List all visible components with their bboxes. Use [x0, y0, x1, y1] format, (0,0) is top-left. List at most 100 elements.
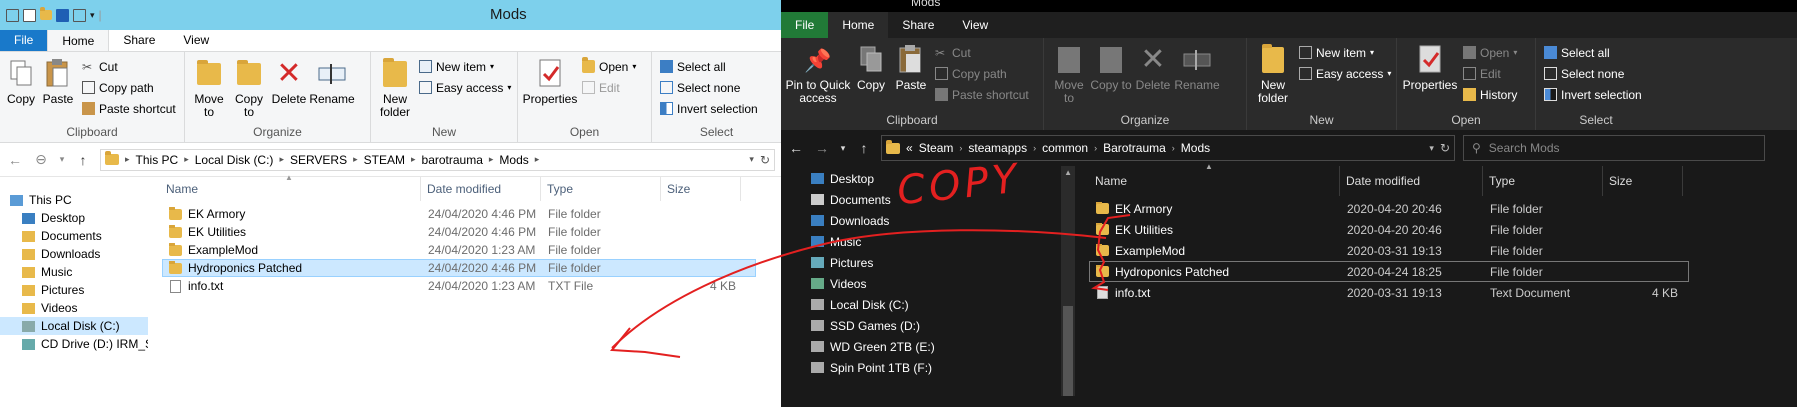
- table-row[interactable]: EK Armory 2020-04-20 20:46 File folder: [1089, 198, 1689, 219]
- column-date[interactable]: Date modified: [421, 177, 541, 201]
- copy-button[interactable]: Copy: [851, 44, 891, 92]
- open-button[interactable]: Open ▾: [1463, 44, 1517, 61]
- refresh-icon[interactable]: ↻: [1440, 141, 1450, 155]
- properties-button[interactable]: Properties: [1401, 44, 1459, 92]
- paste-button[interactable]: Paste: [891, 44, 931, 92]
- nav-item-downloads[interactable]: Downloads: [781, 210, 1075, 231]
- breadcrumb-steam[interactable]: Steam: [919, 141, 954, 155]
- qat-dropdown-icon[interactable]: ▾: [90, 10, 95, 21]
- rename-button[interactable]: Rename: [309, 58, 355, 106]
- window-icon[interactable]: [73, 8, 86, 22]
- up-button[interactable]: ↑: [855, 140, 873, 156]
- select-all-button[interactable]: Select all: [1544, 44, 1642, 61]
- nav-item-downloads[interactable]: Downloads: [0, 245, 148, 263]
- new-folder-button[interactable]: New folder: [375, 58, 415, 119]
- tab-view[interactable]: View: [948, 12, 1002, 38]
- edit-button[interactable]: Edit: [582, 79, 636, 96]
- column-size[interactable]: Size: [661, 177, 741, 201]
- nav-item-pictures[interactable]: Pictures: [0, 281, 148, 299]
- easy-access-button[interactable]: Easy access ▾: [1299, 65, 1391, 82]
- pin-quick-access-button[interactable]: 📌 Pin to Quick access: [785, 44, 851, 105]
- breadcrumb-steamapps[interactable]: steamapps: [968, 141, 1027, 155]
- paste-shortcut-button[interactable]: Paste shortcut: [935, 86, 1029, 103]
- breadcrumb-common[interactable]: common: [1042, 141, 1088, 155]
- move-to-button[interactable]: Move to: [189, 58, 229, 119]
- tab-view[interactable]: View: [169, 29, 223, 51]
- move-to-button[interactable]: Move to: [1048, 44, 1090, 105]
- table-row[interactable]: EK Utilities 24/04/2020 4:46 PM File fol…: [162, 223, 756, 241]
- search-box[interactable]: ⚲ Search Mods: [1463, 135, 1765, 161]
- select-all-button[interactable]: Select all: [660, 58, 758, 75]
- paste-button[interactable]: Paste: [38, 58, 78, 106]
- easy-access-button[interactable]: Easy access ▾: [419, 79, 511, 96]
- table-row[interactable]: ExampleMod 2020-03-31 19:13 File folder: [1089, 240, 1689, 261]
- breadcrumb-this-pc[interactable]: This PC: [136, 153, 179, 167]
- column-size[interactable]: Size: [1603, 166, 1683, 196]
- forward-button[interactable]: ⊖: [32, 151, 50, 168]
- invert-selection-button[interactable]: Invert selection: [660, 100, 758, 117]
- nav-item-local-disk[interactable]: Local Disk (C:): [781, 294, 1075, 315]
- tab-share[interactable]: Share: [888, 12, 948, 38]
- nav-item-videos[interactable]: Videos: [0, 299, 148, 317]
- new-document-icon[interactable]: [23, 8, 36, 22]
- copy-to-button[interactable]: Copy to: [229, 58, 269, 119]
- tab-share[interactable]: Share: [109, 29, 169, 51]
- breadcrumb-steam[interactable]: STEAM: [364, 153, 405, 167]
- breadcrumb-servers[interactable]: SERVERS: [290, 153, 347, 167]
- breadcrumb-mods[interactable]: Mods: [1181, 141, 1210, 155]
- table-row[interactable]: Hydroponics Patched 2020-04-24 18:25 Fil…: [1089, 261, 1689, 282]
- column-date[interactable]: Date modified: [1340, 166, 1483, 196]
- select-none-button[interactable]: Select none: [1544, 65, 1642, 82]
- select-none-button[interactable]: Select none: [660, 79, 758, 96]
- table-row[interactable]: info.txt 24/04/2020 1:23 AM TXT File 4 K…: [162, 277, 756, 295]
- cut-button[interactable]: ✂ Cut: [82, 58, 176, 75]
- new-item-button[interactable]: New item ▾: [419, 58, 511, 75]
- table-row[interactable]: Hydroponics Patched 24/04/2020 4:46 PM F…: [162, 259, 756, 277]
- recent-dropdown-icon[interactable]: ▾: [839, 143, 847, 154]
- chevron-down-icon[interactable]: ▾: [1429, 143, 1434, 154]
- history-button[interactable]: History: [1463, 86, 1517, 103]
- column-type[interactable]: Type: [1483, 166, 1603, 196]
- edit-button[interactable]: Edit: [1463, 65, 1517, 82]
- table-row[interactable]: EK Utilities 2020-04-20 20:46 File folde…: [1089, 219, 1689, 240]
- invert-selection-button[interactable]: Invert selection: [1544, 86, 1642, 103]
- breadcrumb-barotrauma[interactable]: barotrauma: [422, 153, 483, 167]
- scroll-up-icon[interactable]: ▲: [1064, 168, 1072, 177]
- refresh-icon[interactable]: ↻: [760, 153, 770, 167]
- nav-item-ssd-games[interactable]: SSD Games (D:): [781, 315, 1075, 336]
- nav-item-music[interactable]: Music: [0, 263, 148, 281]
- up-button[interactable]: ↑: [74, 152, 92, 168]
- table-row[interactable]: info.txt 2020-03-31 19:13 Text Document …: [1089, 282, 1689, 303]
- new-folder-button[interactable]: New folder: [1251, 44, 1295, 105]
- tab-file[interactable]: File: [0, 29, 48, 51]
- nav-item-desktop[interactable]: Desktop: [0, 209, 148, 227]
- tab-home[interactable]: Home: [828, 12, 889, 38]
- copy-to-button[interactable]: Copy to: [1090, 44, 1132, 92]
- tab-home[interactable]: Home: [47, 29, 110, 51]
- breadcrumb-overflow[interactable]: «: [906, 141, 913, 155]
- nav-item-documents[interactable]: Documents: [0, 227, 148, 245]
- table-row[interactable]: ExampleMod 24/04/2020 1:23 AM File folde…: [162, 241, 756, 259]
- address-bar[interactable]: ▸ This PC ▸ Local Disk (C:) ▸ SERVERS ▸ STEA…: [100, 148, 775, 171]
- nav-item-local-disk[interactable]: Local Disk (C:): [0, 317, 148, 335]
- recent-dropdown-icon[interactable]: ▾: [58, 154, 66, 165]
- chevron-down-icon[interactable]: ▾: [749, 154, 754, 165]
- back-button[interactable]: ←: [787, 140, 805, 156]
- nav-scrollbar-thumb[interactable]: [1063, 306, 1073, 396]
- nav-item-wd-green[interactable]: WD Green 2TB (E:): [781, 336, 1075, 357]
- powershell-icon[interactable]: [56, 8, 69, 22]
- address-bar[interactable]: « Steam › steamapps › common › Barotrauma ›…: [881, 135, 1455, 161]
- table-row[interactable]: EK Armory 24/04/2020 4:46 PM File folder: [162, 205, 756, 223]
- back-button[interactable]: ←: [6, 152, 24, 168]
- forward-button[interactable]: →: [813, 140, 831, 156]
- open-button[interactable]: Open ▾: [582, 57, 636, 75]
- rename-button[interactable]: Rename: [1174, 44, 1220, 92]
- nav-item-music[interactable]: Music: [781, 231, 1075, 252]
- nav-item-spin-point[interactable]: Spin Point 1TB (F:): [781, 357, 1075, 378]
- cut-button[interactable]: ✂ Cut: [935, 44, 1029, 61]
- breadcrumb-local-disk[interactable]: Local Disk (C:): [195, 153, 274, 167]
- delete-button[interactable]: ✕ Delete: [1132, 44, 1174, 92]
- nav-item-this-pc[interactable]: This PC: [0, 191, 148, 209]
- copy-path-button[interactable]: Copy path: [935, 65, 1029, 82]
- properties-icon[interactable]: [6, 8, 19, 22]
